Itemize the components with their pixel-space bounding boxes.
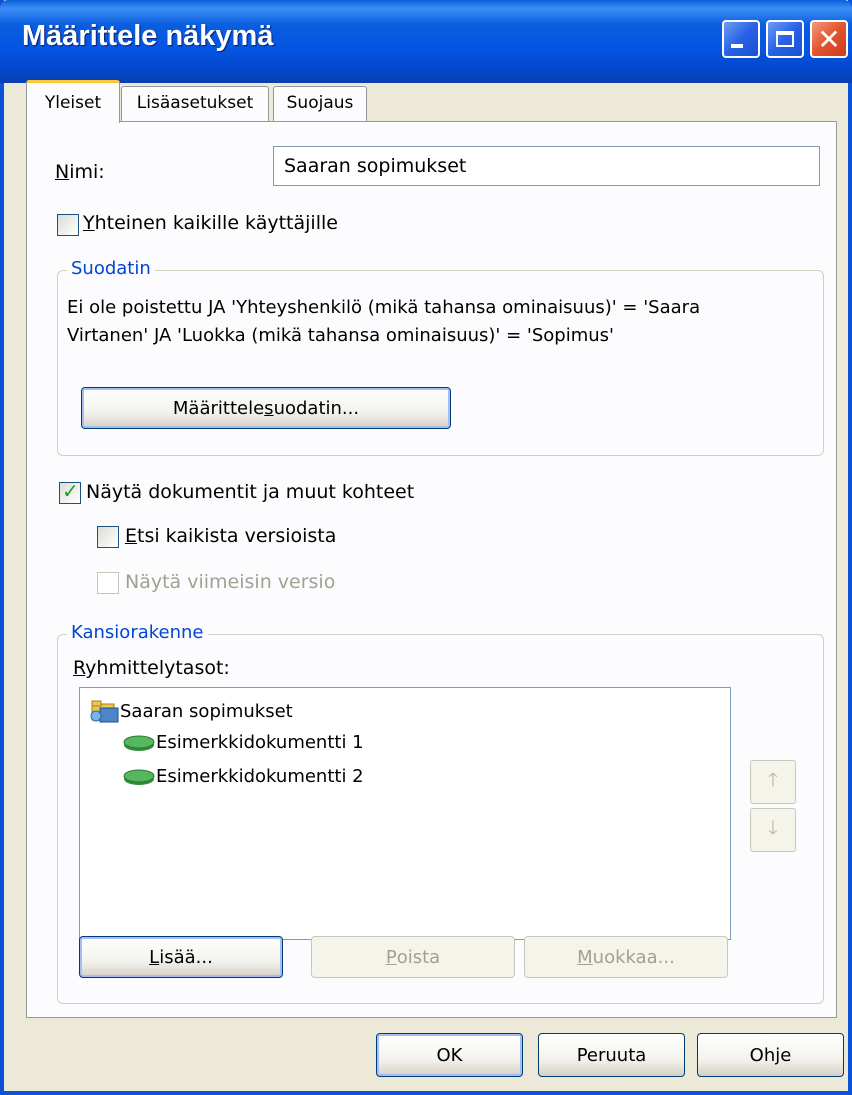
- tree-item-label: Saaran sopimukset: [120, 700, 293, 722]
- green-document-icon: [123, 735, 155, 751]
- minimize-button[interactable]: [722, 20, 760, 58]
- cancel-button[interactable]: Peruuta: [538, 1033, 685, 1077]
- shared-checkbox-label[interactable]: Yhteinen kaikille käyttäjille: [83, 212, 338, 234]
- filter-group-title: Suodatin: [67, 258, 155, 279]
- grouping-levels-list[interactable]: Saaran sopimukset Esimerkkidokumentti 1 …: [79, 687, 731, 940]
- tree-item-label: Esimerkkidokumentti 2: [156, 766, 364, 787]
- checkmark-icon: ✓: [62, 479, 79, 503]
- dialog-window: Määrittele näkymä ✕ Yleiset Lisäasetukse…: [0, 0, 852, 1095]
- show-latest-version-checkbox[interactable]: [97, 572, 119, 594]
- grouping-levels-label: Ryhmittelytasot:: [73, 657, 230, 679]
- window-title: Määrittele näkymä: [22, 20, 274, 52]
- ok-button[interactable]: OK: [376, 1033, 523, 1077]
- view-folder-icon: [90, 700, 119, 723]
- search-all-versions-checkbox[interactable]: [97, 526, 119, 548]
- tree-item-root[interactable]: Saaran sopimukset: [90, 698, 293, 724]
- filter-description-line1: Ei ole poistettu JA 'Yhteyshenkilö (mikä…: [67, 297, 701, 318]
- green-document-icon: [123, 769, 155, 785]
- tree-item-label: Esimerkkidokumentti 1: [156, 732, 364, 753]
- tree-item-doc1[interactable]: Esimerkkidokumentti 1: [122, 732, 364, 753]
- edit-button[interactable]: Muokkaa...: [524, 936, 728, 978]
- close-icon: ✕: [817, 22, 841, 56]
- help-button[interactable]: Ohje: [697, 1033, 844, 1077]
- name-input[interactable]: Saaran sopimukset: [273, 146, 820, 186]
- shared-checkbox[interactable]: [57, 214, 79, 236]
- add-button[interactable]: Lisää...: [79, 936, 283, 978]
- show-latest-version-label: Näytä viimeisin versio: [125, 571, 336, 593]
- arrow-up-icon: 🡑: [768, 769, 778, 791]
- show-documents-label[interactable]: Näytä dokumentit ja muut kohteet: [86, 481, 414, 503]
- arrow-down-icon: 🡓: [768, 817, 778, 839]
- maximize-icon: [768, 22, 802, 56]
- tab-panel-general: Nimi: Saaran sopimukset Yhteinen kaikill…: [26, 121, 837, 1018]
- tab-lisaasetukset[interactable]: Lisäasetukset: [121, 86, 269, 122]
- remove-button[interactable]: Poista: [311, 936, 515, 978]
- maximize-button[interactable]: [766, 20, 804, 58]
- search-all-versions-label[interactable]: Etsi kaikista versioista: [125, 525, 336, 547]
- tab-suojaus[interactable]: Suojaus: [273, 86, 367, 122]
- show-documents-checkbox[interactable]: ✓: [59, 479, 81, 504]
- define-filter-button[interactable]: Määrittele s uodatin...: [81, 387, 451, 429]
- tree-item-doc2[interactable]: Esimerkkidokumentti 2: [122, 766, 364, 787]
- tab-yleiset[interactable]: Yleiset: [26, 80, 120, 123]
- filter-description-line2: Virtanen' JA 'Luokka (mikä tahansa omina…: [67, 325, 614, 346]
- folder-structure-title: Kansiorakenne: [67, 622, 208, 643]
- move-down-button[interactable]: 🡓: [750, 808, 796, 852]
- close-button[interactable]: ✕: [810, 20, 848, 58]
- title-bar[interactable]: Määrittele näkymä ✕: [0, 0, 852, 83]
- move-up-button[interactable]: 🡑: [750, 760, 796, 804]
- minimize-icon: [724, 22, 758, 56]
- name-label: Nimi:: [55, 161, 105, 183]
